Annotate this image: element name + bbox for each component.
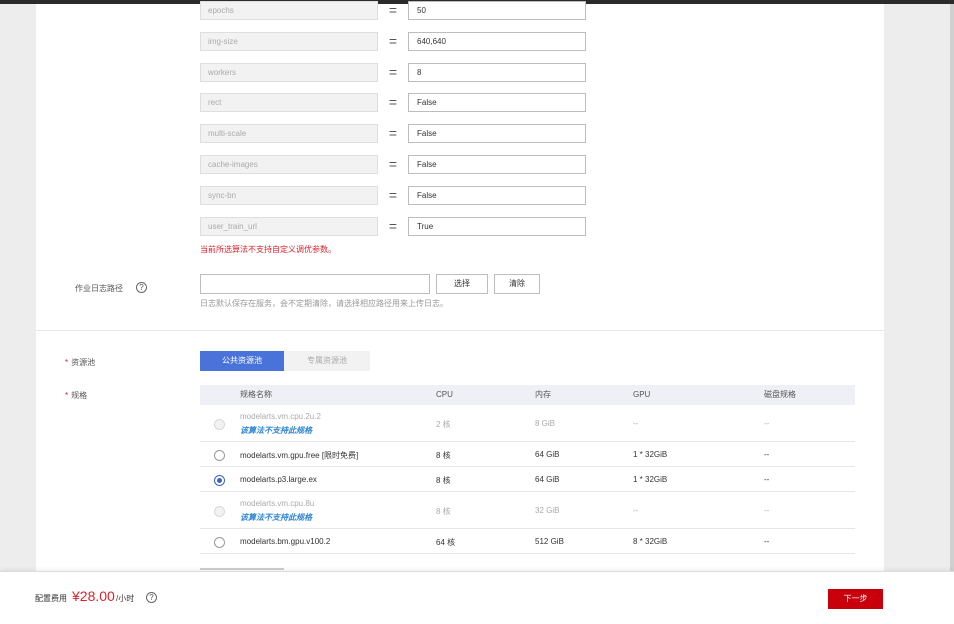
spec-cpu: 8 核	[436, 476, 451, 485]
spec-cpu: 2 核	[436, 420, 451, 429]
spec-gpu: 1 * 32GiB	[633, 475, 668, 484]
spec-disk: --	[764, 506, 770, 515]
select-button[interactable]: 选择	[436, 274, 488, 294]
spec-radio	[214, 419, 225, 430]
equals-sign: =	[388, 33, 398, 49]
param-warning: 当前所选算法不支持自定义调优参数。	[200, 245, 336, 254]
footer-bar: 配置费用 ¥28.00 /小时 ? 下一步	[0, 571, 954, 624]
spec-name: modelarts.vm.cpu.8u	[240, 499, 315, 508]
column-header-gpu: GPU	[633, 390, 651, 399]
spec-table-header: 规格名称 CPU 内存 GPU 磁盘规格	[200, 385, 855, 405]
spec-disk: --	[764, 450, 770, 459]
equals-sign: =	[388, 94, 398, 110]
param-name-field: epochs	[200, 1, 378, 20]
param-name-field: workers	[200, 63, 378, 82]
equals-sign: =	[388, 218, 398, 234]
param-name-field: cache-images	[200, 155, 378, 174]
spec-cpu: 8 核	[436, 507, 451, 516]
column-header-memory: 内存	[535, 390, 551, 399]
log-path-hint: 日志默认保存在服务，会不定期清除，请选择相应路径用来上传日志。	[200, 299, 448, 308]
spec-gpu: 8 * 32GiB	[633, 537, 668, 546]
column-header-disk: 磁盘规格	[764, 390, 796, 399]
param-value-input[interactable]: False	[408, 186, 586, 205]
param-value-input[interactable]: 50	[408, 1, 586, 20]
unsupported-note: 该算法不支持此规格	[240, 513, 312, 522]
spec-memory: 32 GiB	[535, 506, 560, 515]
spec-memory: 64 GiB	[535, 450, 560, 459]
resource-pool-label-text: 资源池	[71, 358, 96, 367]
equals-sign: =	[388, 64, 398, 80]
column-header-name: 规格名称	[240, 390, 272, 399]
spec-name: modelarts.vm.cpu.2u.2	[240, 412, 321, 421]
equals-sign: =	[388, 187, 398, 203]
tab-dedicated-pool[interactable]: 专属资源池	[284, 351, 370, 371]
param-name-field: multi-scale	[200, 124, 378, 143]
spec-name: modelarts.vm.gpu.free [限时免费]	[240, 451, 359, 460]
resource-pool-label: * 资源池	[65, 357, 95, 368]
required-mark: *	[65, 358, 69, 367]
param-value-input[interactable]: 640,640	[408, 32, 586, 51]
param-name-field: img-size	[200, 32, 378, 51]
scroll-indicator	[200, 568, 284, 570]
log-path-label: 作业日志路径	[75, 284, 123, 293]
spec-row: modelarts.vm.cpu.8u 该算法不支持此规格 8 核 32 GiB -- -…	[200, 492, 855, 529]
spec-label: * 规格	[65, 390, 87, 401]
training-job-config-page: epochs = 50 img-size = 640,640 workers = 8 rect = F…	[0, 0, 954, 624]
fee-label: 配置费用	[35, 594, 67, 603]
section-divider	[36, 330, 884, 331]
spec-disk: --	[764, 419, 770, 428]
required-mark: *	[65, 391, 69, 400]
param-name-field: rect	[200, 93, 378, 112]
spec-memory: 8 GiB	[535, 419, 556, 428]
spec-radio[interactable]	[214, 537, 225, 548]
spec-row: modelarts.vm.cpu.2u.2 该算法不支持此规格 2 核 8 GiB --…	[200, 405, 855, 442]
spec-label-text: 规格	[71, 391, 88, 400]
next-button[interactable]: 下一步	[828, 589, 883, 609]
spec-radio	[214, 506, 225, 517]
spec-radio[interactable]	[214, 475, 225, 486]
unsupported-note: 该算法不支持此规格	[240, 426, 312, 435]
spec-cpu: 64 核	[436, 538, 456, 547]
fee-price: ¥28.00	[72, 588, 115, 604]
help-icon[interactable]: ?	[146, 592, 157, 603]
param-value-input[interactable]: 8	[408, 63, 586, 82]
help-icon[interactable]: ?	[136, 282, 147, 293]
spec-row[interactable]: modelarts.p3.large.ex 8 核 64 GiB 1 * 32GiB -…	[200, 467, 855, 492]
clear-button[interactable]: 清除	[494, 274, 540, 294]
spec-radio[interactable]	[214, 450, 225, 461]
param-name-field: user_train_url	[200, 217, 378, 236]
spec-row[interactable]: modelarts.bm.gpu.v100.2 64 核 512 GiB 8 * 32…	[200, 529, 855, 554]
spec-cpu: 8 核	[436, 451, 451, 460]
spec-name: modelarts.bm.gpu.v100.2	[240, 537, 331, 546]
spec-gpu: --	[633, 419, 639, 428]
param-value-input[interactable]: True	[408, 217, 586, 236]
param-value-input[interactable]: False	[408, 155, 586, 174]
column-header-cpu: CPU	[436, 390, 453, 399]
spec-gpu: 1 * 32GiB	[633, 450, 668, 459]
spec-memory: 64 GiB	[535, 475, 560, 484]
page-scrollbar[interactable]	[950, 4, 954, 624]
equals-sign: =	[388, 156, 398, 172]
spec-row[interactable]: modelarts.vm.gpu.free [限时免费] 8 核 64 GiB 1 *…	[200, 442, 855, 467]
equals-sign: =	[388, 125, 398, 141]
tab-public-pool[interactable]: 公共资源池	[200, 351, 284, 371]
param-name-field: sync-bn	[200, 186, 378, 205]
spec-memory: 512 GiB	[535, 537, 564, 546]
spec-disk: --	[764, 475, 770, 484]
fee-unit: /小时	[116, 594, 135, 603]
param-value-input[interactable]: False	[408, 93, 586, 112]
spec-name: modelarts.p3.large.ex	[240, 475, 317, 484]
equals-sign: =	[388, 2, 398, 18]
spec-disk: --	[764, 537, 770, 546]
spec-gpu: --	[633, 506, 639, 515]
log-path-input[interactable]	[200, 274, 430, 294]
param-value-input[interactable]: False	[408, 124, 586, 143]
